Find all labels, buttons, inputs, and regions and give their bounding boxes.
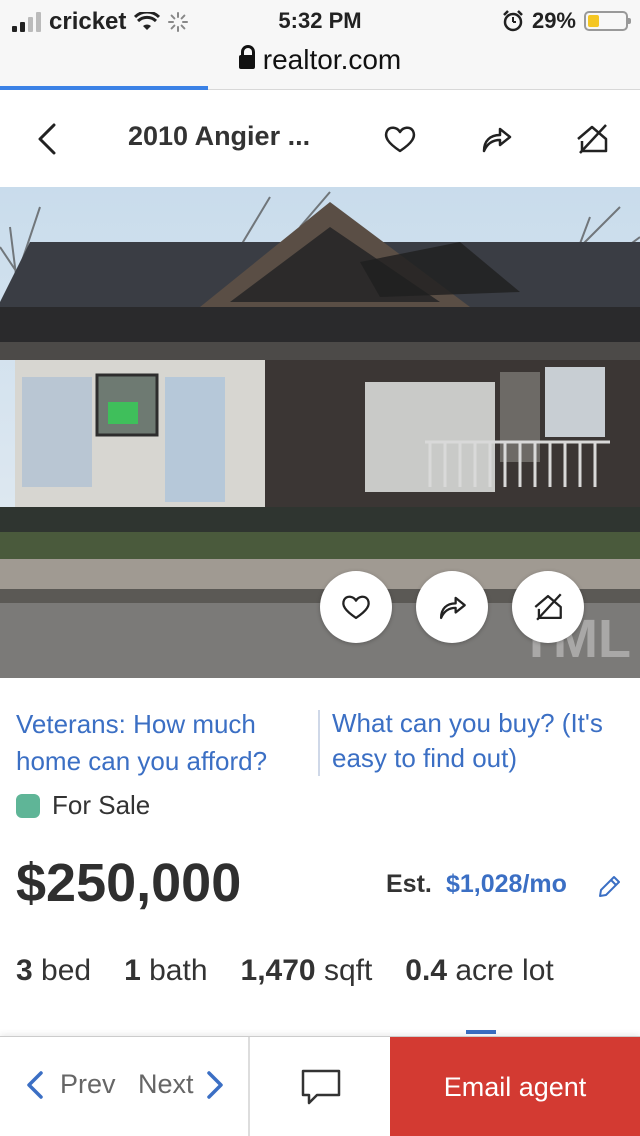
email-agent-button[interactable]: Email agent (390, 1037, 640, 1136)
share-icon (439, 596, 466, 620)
bottom-action-bar: Prev Next Email agent (0, 1036, 640, 1136)
share-icon[interactable] (474, 117, 518, 161)
hide-listing-button[interactable] (512, 571, 584, 643)
listing-header: 2010 Angier ... (0, 91, 640, 187)
listing-title: 2010 Angier ... (128, 121, 311, 151)
battery-percent: 29% (531, 8, 576, 33)
heart-icon[interactable] (378, 117, 422, 161)
page-load-progress (0, 86, 208, 90)
status-dot-icon (16, 793, 40, 818)
prev-listing-button[interactable]: Prev (24, 1069, 116, 1100)
status-bar: cricket 5:32 PM 29% (0, 0, 640, 40)
listing-photo[interactable]: TML (0, 187, 640, 678)
ad-divider (318, 710, 320, 776)
url-text: realtor.com (262, 44, 402, 75)
share-button[interactable] (416, 571, 488, 643)
property-facts: 3 bed 1 bath 1,470 sqft 0.4 acre lot (16, 954, 587, 988)
alarm-icon (503, 10, 523, 32)
ad-veterans-link[interactable]: Veterans: How much home can you afford? (16, 706, 306, 780)
lock-icon (238, 45, 255, 69)
next-listing-button[interactable]: Next (138, 1069, 226, 1100)
listing-price: $250,000 (16, 853, 242, 913)
chat-bubble-icon (301, 1069, 341, 1105)
fact-baths: 1 bath (124, 954, 208, 987)
estimate-label: Est. (386, 870, 432, 898)
status-label: For Sale (52, 790, 151, 820)
listing-status: For Sale (16, 790, 150, 821)
ad-what-can-you-buy-link[interactable]: What can you buy? (It's easy to find out… (332, 706, 632, 776)
fact-lot: 0.4 acre lot (405, 954, 554, 987)
hide-listing-icon[interactable] (570, 117, 614, 161)
monthly-estimate-link[interactable]: $1,028/mo (446, 870, 567, 899)
hide-listing-icon (534, 593, 562, 621)
listing-navigation: Prev Next (0, 1037, 250, 1136)
prev-label: Prev (60, 1069, 116, 1099)
battery-group: 29% (502, 8, 631, 34)
next-label: Next (138, 1069, 194, 1099)
url-display[interactable]: realtor.com (0, 44, 640, 76)
fact-sqft: 1,470 sqft (240, 954, 373, 987)
back-arrow-icon[interactable] (30, 119, 66, 159)
battery-icon (584, 11, 631, 31)
message-button[interactable] (252, 1037, 390, 1136)
browser-url-bar[interactable]: realtor.com (0, 40, 640, 90)
pencil-icon[interactable] (594, 872, 624, 902)
fact-beds: 3 bed (16, 954, 92, 987)
chevron-right-icon (206, 1070, 223, 1099)
save-home-button[interactable] (320, 571, 392, 643)
chevron-left-icon (27, 1070, 43, 1099)
heart-icon (342, 595, 370, 620)
